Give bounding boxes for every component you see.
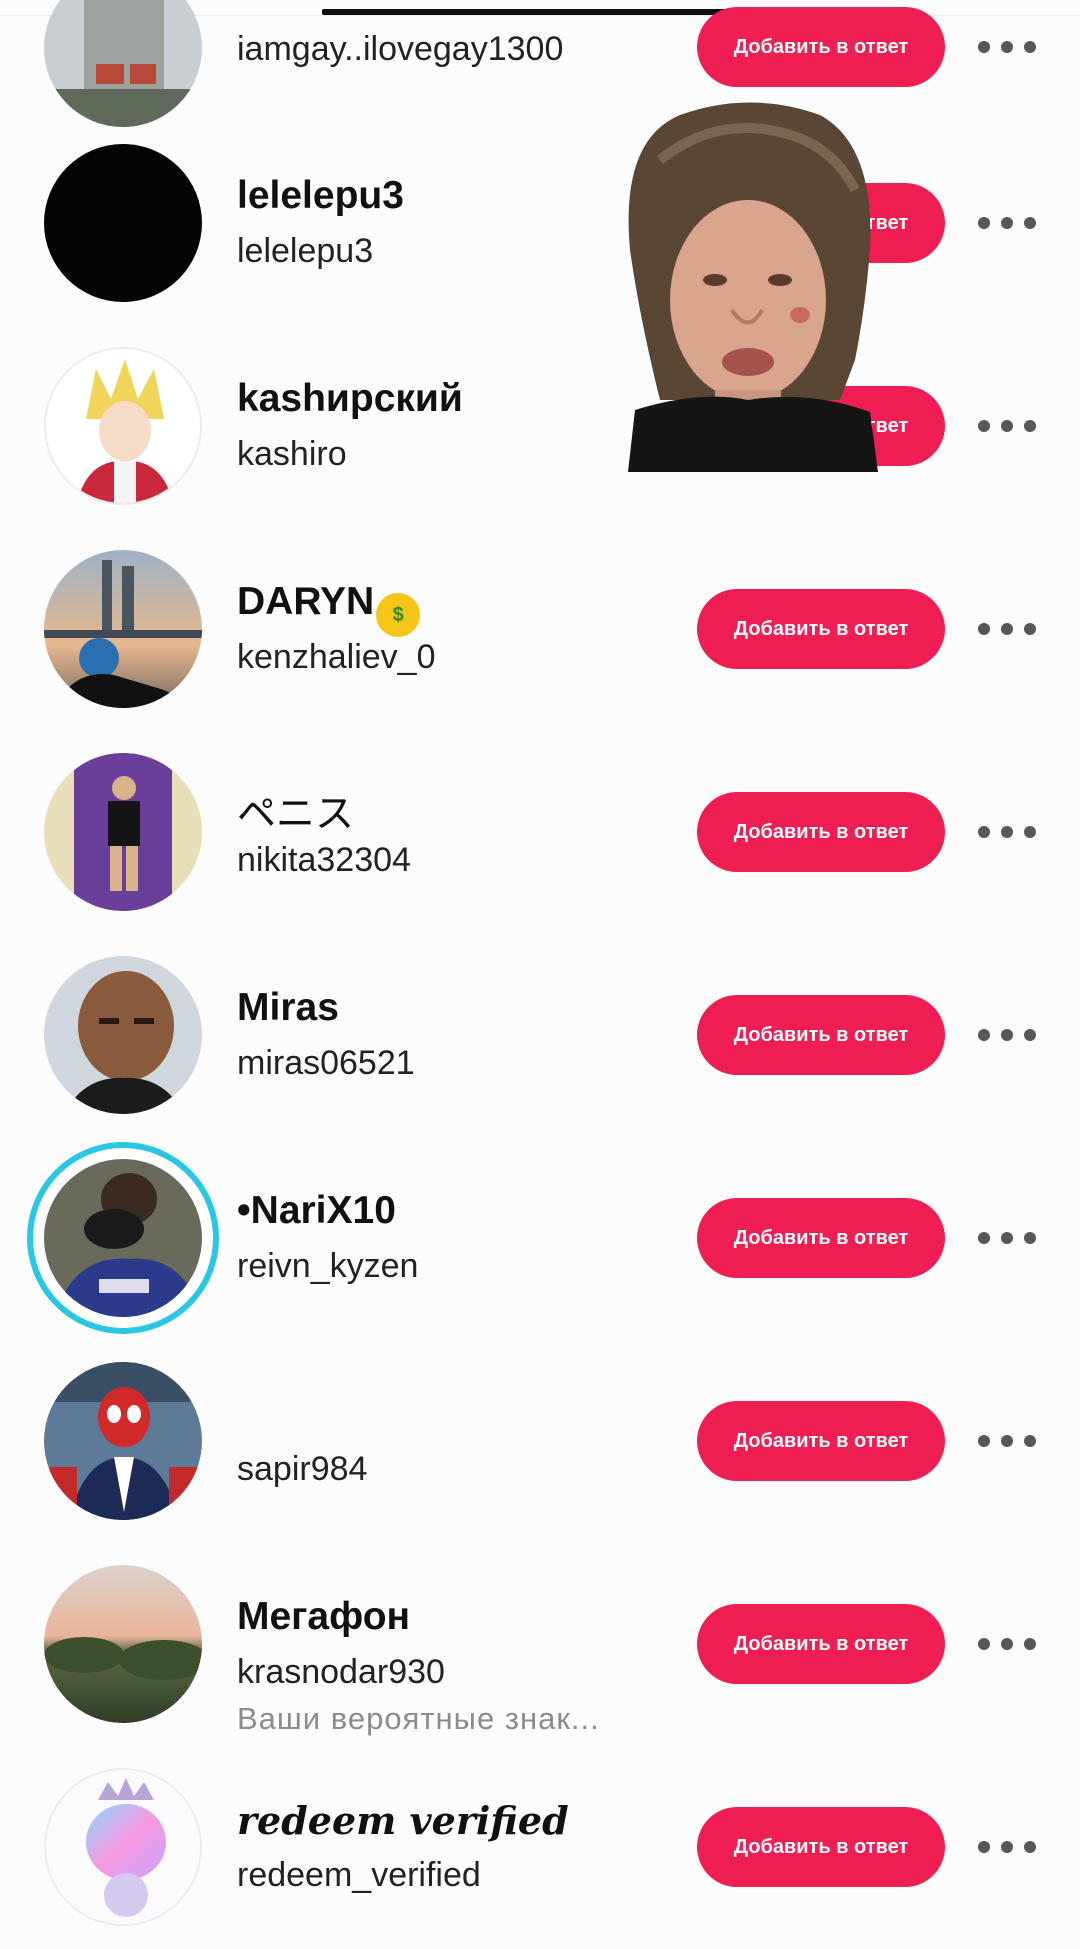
user-list: iamgay..ilovegay1300 Добавить в ответ le… <box>0 0 1080 1926</box>
avatar[interactable] <box>44 550 202 708</box>
user-handle: sapir984 <box>237 1450 368 1488</box>
spiderman-tuxedo-art-icon <box>44 1362 202 1520</box>
more-horizontal-icon[interactable] <box>978 416 1036 436</box>
add-to-reply-button[interactable]: Добавить в ответ <box>697 995 945 1075</box>
avatar[interactable] <box>44 956 202 1114</box>
list-item: lelelepu3 lelelepu3 Добавить в ответ <box>0 122 1080 325</box>
add-to-reply-button[interactable]: Добавить в ответ <box>697 792 945 872</box>
more-horizontal-icon[interactable] <box>978 37 1036 57</box>
avatar[interactable] <box>44 753 202 911</box>
person-face-overlay-photo-icon <box>620 100 882 472</box>
add-to-reply-button[interactable]: Добавить в ответ <box>697 1604 945 1684</box>
more-horizontal-icon[interactable] <box>978 1634 1036 1654</box>
add-to-reply-button[interactable]: Добавить в ответ <box>697 589 945 669</box>
user-display-name: •NariX10 <box>237 1189 396 1232</box>
user-display-name: Miras <box>237 986 339 1029</box>
more-horizontal-icon[interactable] <box>978 1025 1036 1045</box>
bald-man-photo-icon <box>44 956 202 1114</box>
user-display-name: Мегафон <box>237 1595 411 1638</box>
avatar[interactable] <box>44 1768 202 1926</box>
mirror-selfie-purple-photo-icon <box>44 753 202 911</box>
more-horizontal-icon[interactable] <box>978 619 1036 639</box>
list-item: kashирский kashiro Добавить в ответ <box>0 325 1080 528</box>
user-handle: kashiro <box>237 435 347 473</box>
list-item: Miras miras06521 Добавить в ответ <box>0 934 1080 1137</box>
avatar[interactable] <box>44 144 202 302</box>
user-handle: reivn_kyzen <box>237 1247 419 1285</box>
user-display-name: kashирский <box>237 377 463 420</box>
more-horizontal-icon[interactable] <box>978 1431 1036 1451</box>
list-item: ペニス nikita32304 Добавить в ответ <box>0 731 1080 934</box>
black-circle-icon <box>44 144 202 302</box>
avatar[interactable] <box>44 1362 202 1520</box>
crowned-holographic-figure-icon <box>46 1770 200 1924</box>
avatar[interactable] <box>44 347 202 505</box>
user-subtitle: Ваши вероятные знак... <box>237 1701 600 1736</box>
anime-blond-character-icon <box>46 349 200 503</box>
add-to-reply-button[interactable]: Добавить в ответ <box>697 1198 945 1278</box>
list-item: sapir984 Добавить в ответ <box>0 1340 1080 1543</box>
list-item: •NariX10 reivn_kyzen Добавить в ответ <box>0 1137 1080 1340</box>
user-handle: iamgay..ilovegay1300 <box>237 30 564 68</box>
add-to-reply-button[interactable]: Добавить в ответ <box>697 1401 945 1481</box>
money-mouth-face-emoji-icon: $ <box>376 593 421 637</box>
user-handle: kenzhaliev_0 <box>237 638 436 676</box>
more-horizontal-icon[interactable] <box>978 213 1036 233</box>
avatar[interactable] <box>44 1159 202 1317</box>
building-balcony-photo-icon <box>44 0 202 127</box>
user-handle: miras06521 <box>237 1044 415 1082</box>
user-display-name: DARYN $ <box>237 580 421 637</box>
list-item: redeem verified redeem_verified Добавить… <box>0 1746 1080 1949</box>
user-handle: lelelepu3 <box>237 232 374 270</box>
football-player-photo-icon <box>44 1159 202 1317</box>
user-handle: redeem_verified <box>237 1856 481 1894</box>
more-horizontal-icon[interactable] <box>978 1837 1036 1857</box>
user-handle: krasnodar930 <box>237 1653 445 1691</box>
user-handle: nikita32304 <box>237 841 411 879</box>
user-display-name: redeem verified <box>237 1798 569 1843</box>
trees-sky-photo-icon <box>44 1565 202 1723</box>
user-display-name: lelelepu3 <box>237 174 404 217</box>
list-item: DARYN $ kenzhaliev_0 Добавить в ответ <box>0 528 1080 731</box>
add-to-reply-button[interactable]: Добавить в ответ <box>697 7 945 87</box>
add-to-reply-button[interactable]: Добавить в ответ <box>697 1807 945 1887</box>
more-horizontal-icon[interactable] <box>978 822 1036 842</box>
user-display-name: ペニス <box>237 793 355 836</box>
city-sunset-photo-icon <box>44 550 202 708</box>
avatar[interactable] <box>44 0 202 127</box>
avatar[interactable] <box>44 1565 202 1723</box>
list-item: Мегафон krasnodar930 Ваши вероятные знак… <box>0 1543 1080 1746</box>
more-horizontal-icon[interactable] <box>978 1228 1036 1248</box>
